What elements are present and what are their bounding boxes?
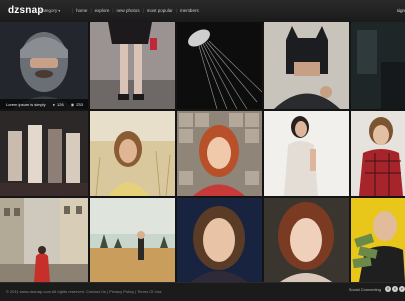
comment-icon: ● — [52, 101, 55, 107]
footer-link-contact[interactable]: Contact Us — [86, 289, 106, 294]
photo-tile-woman-portrait-red-hair[interactable] — [264, 198, 349, 282]
photo-tile-wheat-field[interactable] — [90, 198, 175, 282]
twitter-icon[interactable]: t — [392, 286, 398, 292]
photo-street-red-coat — [0, 198, 88, 282]
photo-tile-legs-tights[interactable] — [90, 22, 175, 109]
photo-woman-white-shirt — [264, 111, 349, 196]
photo-tile-shower-head[interactable] — [177, 22, 262, 109]
photo-tile-batman[interactable] — [264, 22, 349, 109]
rss-icon[interactable]: r — [399, 286, 405, 292]
photo-grid: Lorem ipsum is simply ● 126 ◉ 233 — [0, 22, 405, 282]
photo-tile-mannequins[interactable] — [0, 111, 88, 196]
social-label: Social Connecting — [348, 286, 381, 292]
photo-tile-woman-grass[interactable] — [90, 111, 175, 196]
nav-new-photos[interactable]: new photos — [114, 8, 143, 13]
photo-dark-room — [351, 22, 405, 109]
footer-info: © 2011 www.dzsnap.com All rights reserve… — [6, 289, 162, 294]
nav-most-popular[interactable]: most popular — [144, 8, 176, 13]
category-label: category — [40, 8, 58, 13]
photo-tile-woman-white-shirt[interactable] — [264, 111, 349, 196]
copyright-text: © 2011 www.dzsnap.com All rights reserve… — [6, 289, 85, 294]
footer-link-terms[interactable]: Terms Of Use — [137, 289, 161, 294]
photo-redhead-collage — [177, 111, 262, 196]
views-count: 233 — [76, 101, 83, 107]
comments-count: 126 — [57, 101, 64, 107]
photo-wheat-field — [90, 198, 175, 282]
photo-tile-dark-room[interactable] — [351, 22, 405, 109]
nav-members[interactable]: members — [177, 8, 202, 13]
photo-tile-plaid-woman[interactable] — [351, 111, 405, 196]
eye-icon: ◉ — [70, 101, 75, 107]
photo-plaid-woman — [351, 111, 405, 196]
photo-caption: Lorem ipsum is simply — [6, 101, 46, 107]
photo-money-man — [351, 198, 405, 282]
photo-woman-portrait-blue — [177, 198, 262, 282]
nav-home[interactable]: home — [73, 8, 90, 13]
photo-tile-street-red-coat[interactable] — [0, 198, 88, 282]
nav-explore[interactable]: explore — [92, 8, 113, 13]
photo-shower-head — [177, 22, 262, 109]
photo-legs-tights — [90, 22, 175, 109]
category-dropdown[interactable]: category▾ — [40, 8, 60, 13]
photo-tile-knit-mask-man[interactable]: Lorem ipsum is simply ● 126 ◉ 233 — [0, 22, 88, 109]
top-bar: dzsnap category▾ | home | explore | new … — [0, 0, 405, 23]
chevron-down-icon: ▾ — [58, 8, 61, 13]
photo-tile-woman-portrait-blue[interactable] — [177, 198, 262, 282]
photo-knit-mask-man — [0, 22, 88, 109]
views-stat: ◉ 233 — [71, 102, 83, 107]
photo-caption-bar: Lorem ipsum is simply ● 126 ◉ 233 — [0, 99, 88, 109]
photo-woman-grass — [90, 111, 175, 196]
photo-mannequins — [0, 111, 88, 196]
photo-tile-money-man[interactable] — [351, 198, 405, 282]
footer-link-privacy[interactable]: Privacy Policy — [109, 289, 134, 294]
signup-link[interactable]: sign — [397, 8, 405, 13]
photo-woman-portrait-red-hair — [264, 198, 349, 282]
footer: © 2011 www.dzsnap.com All rights reserve… — [0, 282, 405, 301]
main-nav: | home | explore | new photos | most pop… — [72, 8, 202, 13]
social-connecting: Social Connecting f t r — [349, 286, 405, 292]
comments-stat: ● 126 — [53, 102, 64, 107]
photo-tile-redhead-collage[interactable] — [177, 111, 262, 196]
photo-batman — [264, 22, 349, 109]
site-logo[interactable]: dzsnap — [8, 5, 44, 16]
facebook-icon[interactable]: f — [385, 286, 391, 292]
